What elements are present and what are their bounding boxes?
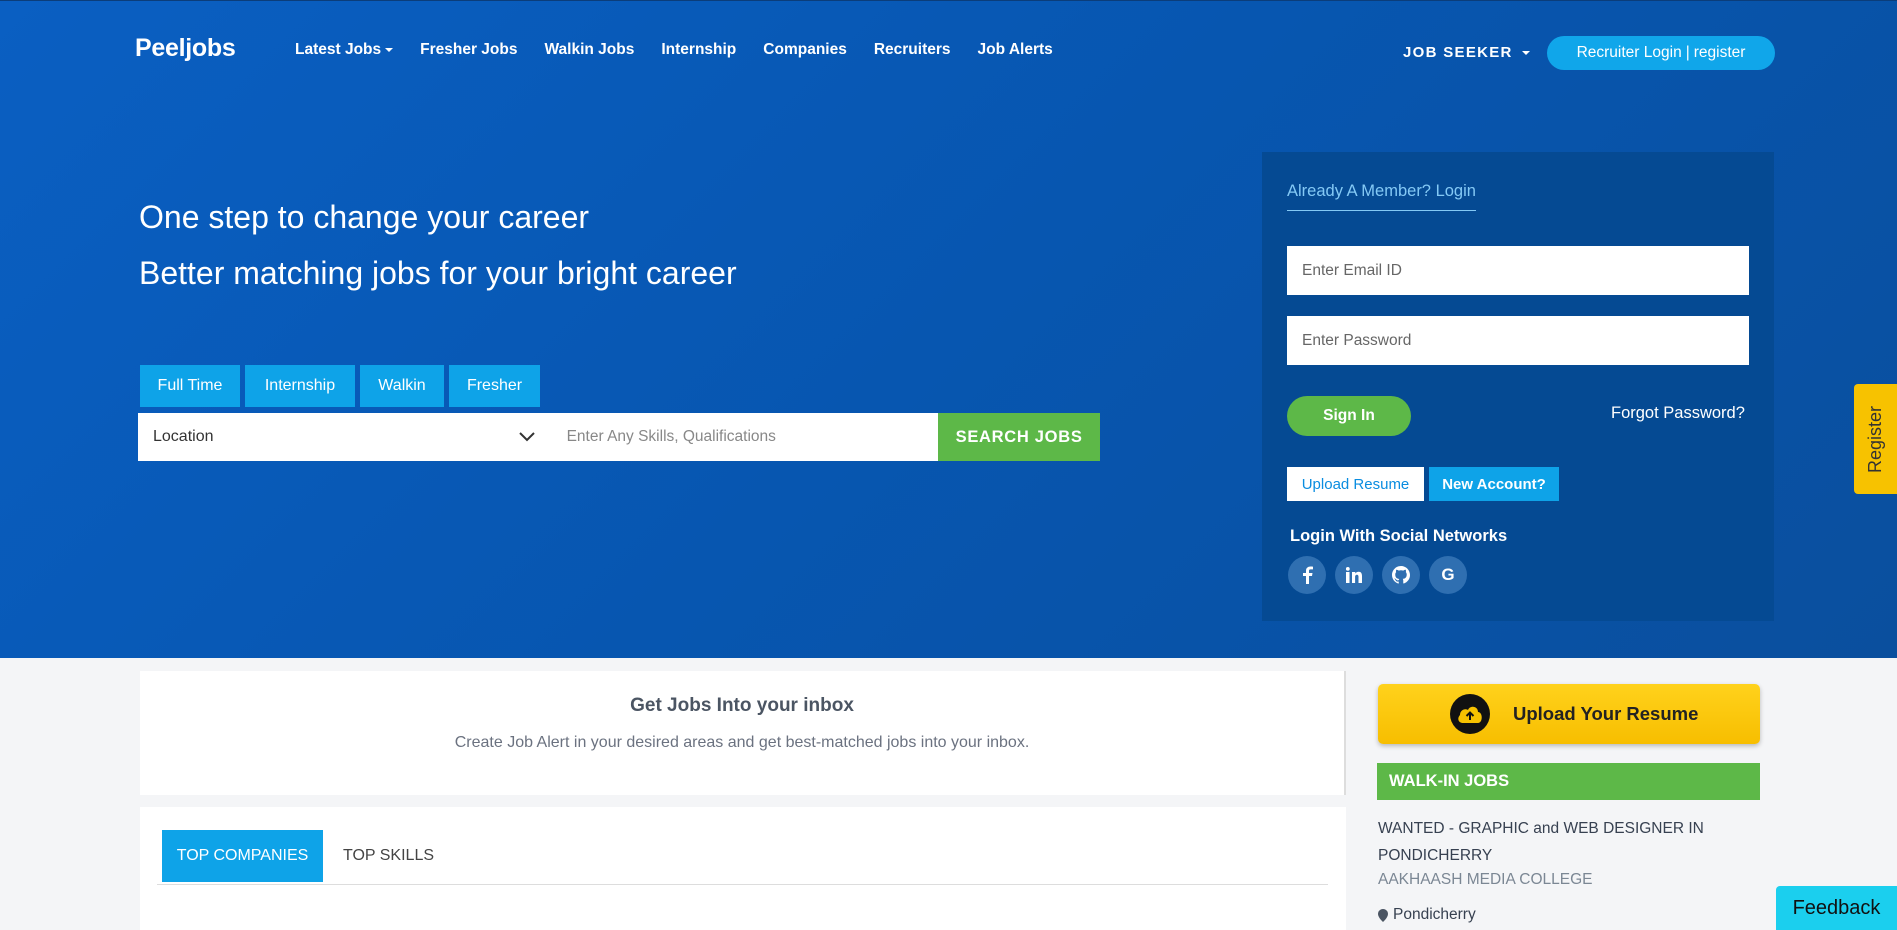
login-panel: Already A Member? Login Sign In Forgot P…: [1262, 152, 1774, 621]
github-icon[interactable]: [1382, 556, 1420, 594]
hero-subheading: Better matching jobs for your bright car…: [139, 255, 737, 291]
nav-job-alerts[interactable]: Job Alerts: [978, 41, 1053, 59]
nav-latest-jobs[interactable]: Latest Jobs: [295, 41, 394, 59]
job-seeker-dropdown[interactable]: JOB SEEKER: [1403, 44, 1530, 61]
nav-walkin-jobs[interactable]: Walkin Jobs: [545, 41, 635, 59]
upload-your-resume-button[interactable]: Upload Your Resume: [1378, 684, 1760, 744]
location-select[interactable]: Location: [138, 413, 551, 461]
hero-section: Peeljobs Latest Jobs Fresher Jobs Walkin…: [0, 0, 1897, 658]
recruiter-login-button[interactable]: Recruiter Login | register: [1547, 36, 1775, 70]
chevron-down-icon: [518, 432, 535, 442]
job-seeker-label: JOB SEEKER: [1403, 44, 1513, 61]
search-jobs-button[interactable]: SEARCH JOBS: [938, 413, 1100, 461]
forgot-password-link[interactable]: Forgot Password?: [1611, 404, 1745, 423]
linkedin-icon[interactable]: [1335, 556, 1373, 594]
register-side-tab-label: Register: [1865, 405, 1885, 473]
tab-full-time[interactable]: Full Time: [140, 365, 240, 407]
job-alert-subtitle: Create Job Alert in your desired areas a…: [454, 734, 1030, 751]
nav-internship[interactable]: Internship: [661, 41, 736, 59]
nav-fresher-jobs[interactable]: Fresher Jobs: [420, 41, 517, 59]
tab-walkin[interactable]: Walkin: [360, 365, 444, 407]
google-icon[interactable]: G: [1429, 556, 1467, 594]
cloud-upload-icon: [1450, 694, 1490, 734]
password-field[interactable]: [1287, 316, 1749, 365]
top-listings-card: TOP COMPANIES TOP SKILLS: [140, 807, 1346, 930]
location-select-value: Location: [153, 428, 214, 445]
nav-latest-jobs-label: Latest Jobs: [295, 41, 382, 58]
nav-companies[interactable]: Companies: [763, 41, 847, 59]
walkin-job-company[interactable]: AAKHAASH MEDIA COLLEGE: [1378, 871, 1593, 889]
job-alert-card: Get Jobs Into your inbox Create Job Aler…: [140, 671, 1346, 795]
new-account-button[interactable]: New Account?: [1429, 467, 1559, 501]
upload-your-resume-label: Upload Your Resume: [1513, 703, 1699, 724]
separator: |: [1685, 44, 1690, 61]
recruiter-login-label[interactable]: Recruiter Login: [1577, 44, 1682, 62]
job-alert-title: Get Jobs Into your inbox: [630, 695, 854, 716]
skills-search-input[interactable]: [550, 413, 939, 461]
feedback-button[interactable]: Feedback: [1776, 886, 1897, 930]
walkin-job-title[interactable]: WANTED - GRAPHIC and WEB DESIGNER IN PON…: [1378, 815, 1758, 869]
tab-fresher[interactable]: Fresher: [449, 365, 540, 407]
map-pin-icon: [1378, 908, 1388, 922]
sign-in-button[interactable]: Sign In: [1287, 396, 1411, 436]
login-title: Already A Member? Login: [1287, 182, 1476, 211]
tab-top-companies[interactable]: TOP COMPANIES: [162, 830, 323, 882]
walkin-job-location: Pondicherry: [1378, 906, 1476, 924]
walkin-job-location-label: Pondicherry: [1393, 906, 1476, 923]
job-search-bar: Location SEARCH JOBS: [138, 413, 1100, 461]
site-logo[interactable]: Peeljobs: [135, 34, 236, 63]
social-login-label: Login With Social Networks: [1290, 527, 1508, 545]
tabs-divider: [157, 884, 1328, 885]
walkin-jobs-heading: WALK-IN JOBS: [1377, 763, 1760, 800]
caret-down-icon: [385, 48, 394, 52]
upload-resume-button[interactable]: Upload Resume: [1287, 467, 1424, 501]
facebook-icon[interactable]: [1288, 556, 1326, 594]
nav-recruiters[interactable]: Recruiters: [874, 41, 951, 59]
tab-internship[interactable]: Internship: [245, 365, 355, 407]
main-nav: Latest Jobs Fresher Jobs Walkin Jobs Int…: [295, 41, 1080, 59]
hero-heading: One step to change your career: [139, 199, 590, 235]
job-type-tabs: Full Time Internship Walkin Fresher: [140, 365, 545, 407]
register-side-tab[interactable]: Register: [1854, 384, 1897, 494]
email-field[interactable]: [1287, 246, 1749, 295]
social-login-buttons: G: [1288, 556, 1476, 594]
recruiter-register-label[interactable]: register: [1694, 44, 1746, 62]
tab-top-skills[interactable]: TOP SKILLS: [343, 830, 434, 882]
caret-down-icon: [1521, 50, 1530, 55]
